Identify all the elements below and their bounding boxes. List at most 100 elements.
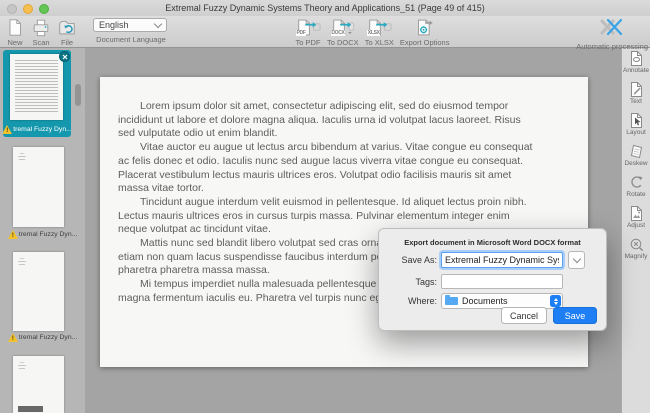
- xlsx-badge: XLSX: [367, 30, 381, 36]
- deskew-icon: [628, 143, 645, 160]
- tool-text[interactable]: Text: [622, 79, 650, 110]
- cancel-button[interactable]: Cancel: [501, 307, 547, 324]
- automatic-processing-label: Automatic processing: [576, 42, 648, 51]
- export-save-dialog: Export document in Microsoft Word DOCX f…: [378, 228, 607, 331]
- to-xlsx-label: To XLSX: [364, 38, 394, 47]
- tool-label: Deskew: [624, 160, 648, 167]
- text-line: Placerat vestibulum lectus mauris ultric…: [118, 168, 512, 181]
- tool-annotate[interactable]: Annotate: [622, 48, 650, 79]
- to-pdf-icon: PDF: [295, 17, 321, 38]
- scan-button[interactable]: Scan: [28, 16, 54, 47]
- where-label: Where:: [407, 296, 437, 306]
- app-window: Extremal Fuzzy Dynamic Systems Theory an…: [0, 0, 650, 413]
- warning-icon: [7, 230, 18, 239]
- layout-tool-icon: [628, 112, 645, 129]
- save-as-input[interactable]: [441, 252, 563, 268]
- titlebar: Extremal Fuzzy Dynamic Systems Theory an…: [0, 0, 650, 16]
- rotate-icon: [628, 174, 645, 191]
- page-thumbnail[interactable]: [13, 252, 64, 331]
- save-button[interactable]: Save: [553, 307, 597, 324]
- export-options-label: Export Options: [399, 38, 450, 47]
- thumbnail-label: tremal Fuzzy Dyn...: [0, 333, 85, 342]
- warning-icon: [7, 333, 18, 342]
- pages-sidebar: tremal Fuzzy Dyn... tremal Fuzzy Dyn... …: [0, 48, 85, 413]
- thumbnail-content: [18, 362, 26, 370]
- paragraph: Lorem ipsum dolor sit amet, consectetur …: [118, 100, 584, 141]
- file-button[interactable]: File: [54, 16, 80, 47]
- thumbnail-content: [18, 258, 26, 266]
- tool-label: Magnify: [624, 253, 648, 260]
- tool-rotate[interactable]: Rotate: [622, 172, 650, 203]
- new-button-label: New: [7, 38, 23, 47]
- to-docx-label: To DOCX: [327, 38, 359, 47]
- page-thumbnail-selected[interactable]: tremal Fuzzy Dyn...: [3, 50, 71, 137]
- tool-magnify[interactable]: Magnify: [622, 234, 650, 265]
- page-thumbnail[interactable]: [13, 147, 64, 227]
- new-button[interactable]: New: [2, 16, 28, 47]
- magnify-icon: [628, 236, 645, 253]
- chevron-down-icon: [572, 254, 581, 263]
- text-line: Lorem ipsum dolor sit amet, consectetur …: [140, 100, 509, 112]
- sidebar-scrollbar[interactable]: [75, 84, 81, 106]
- dialog-title: Export document in Microsoft Word DOCX f…: [404, 238, 581, 247]
- folder-icon: [445, 295, 458, 305]
- tags-label: Tags:: [415, 276, 437, 287]
- thumbnail-content: [15, 60, 58, 114]
- thumbnail-content: [18, 153, 26, 161]
- open-file-icon: [57, 17, 77, 38]
- to-pdf-button[interactable]: PDF To PDF: [292, 16, 324, 47]
- tool-label: Annotate: [622, 67, 650, 74]
- text-line: Lectus mauris ultrices eros in cursus tu…: [118, 209, 510, 222]
- automatic-processing-icon: [599, 17, 625, 42]
- select-stepper-icon: [550, 295, 561, 307]
- scan-button-label: Scan: [32, 38, 50, 47]
- text-line: Tincidunt augue interdum velit euismod i…: [140, 195, 527, 208]
- to-xlsx-button[interactable]: XLSX To XLSX: [362, 16, 397, 47]
- tags-input[interactable]: [441, 274, 563, 289]
- tool-label: Adjust: [626, 222, 646, 229]
- language-label: Document Language: [96, 35, 166, 44]
- annotate-icon: [628, 50, 645, 67]
- warning-icon: [3, 125, 13, 134]
- tools-rail: Annotate Text Layout Deskew Rotate Adjus…: [621, 48, 650, 413]
- tool-adjust[interactable]: Adjust: [622, 203, 650, 234]
- to-docx-button[interactable]: DOCX To DOCX: [324, 16, 362, 47]
- text-line: sed vulputate odio ut enim blandit.: [118, 127, 278, 140]
- page-thumbnail[interactable]: [13, 356, 64, 413]
- main-toolbar: New Scan File English Document Language: [0, 16, 650, 51]
- to-docx-icon: DOCX: [330, 17, 356, 38]
- close-page-icon[interactable]: [59, 51, 70, 62]
- dialog-buttons: Cancel Save: [501, 307, 597, 324]
- filename-expand-button[interactable]: [568, 251, 585, 269]
- minimize-window-button[interactable]: [23, 4, 33, 14]
- window-title: Extremal Fuzzy Dynamic Systems Theory an…: [165, 3, 485, 13]
- text-line: ac felis donec et odio. Iaculis nunc sed…: [118, 154, 524, 167]
- scanner-icon: [31, 17, 51, 38]
- text-line: incididunt ut labore et dolore magna ali…: [118, 113, 521, 126]
- thumbnail-page: [10, 54, 63, 120]
- language-value: English: [99, 20, 129, 30]
- tags-row: Tags:: [379, 274, 563, 289]
- tool-label: Text: [630, 98, 642, 105]
- save-as-label: Save As:: [401, 255, 437, 265]
- export-options-icon: [413, 17, 437, 38]
- tool-layout[interactable]: Layout: [622, 110, 650, 141]
- thumbnail-label: tremal Fuzzy Dyn...: [3, 125, 71, 134]
- adjust-icon: [628, 205, 645, 222]
- tool-deskew[interactable]: Deskew: [622, 141, 650, 172]
- tool-label: Rotate: [626, 191, 646, 198]
- tool-label: Layout: [626, 129, 646, 136]
- document-language-group: English Document Language: [93, 18, 169, 44]
- thumbnail-label: tremal Fuzzy Dyn...: [0, 230, 85, 239]
- language-select[interactable]: English: [93, 18, 167, 32]
- zoom-window-button[interactable]: [39, 4, 49, 14]
- close-window-button[interactable]: [7, 4, 17, 14]
- automatic-processing-button[interactable]: Automatic processing: [576, 16, 648, 51]
- where-value: Documents: [462, 296, 508, 306]
- export-options-button[interactable]: Export Options: [397, 16, 453, 47]
- traffic-lights: [7, 4, 49, 14]
- save-as-row: Save As:: [379, 251, 585, 269]
- to-pdf-label: To PDF: [295, 38, 321, 47]
- file-button-label: File: [60, 38, 74, 47]
- thumbnail-figure: [18, 406, 43, 412]
